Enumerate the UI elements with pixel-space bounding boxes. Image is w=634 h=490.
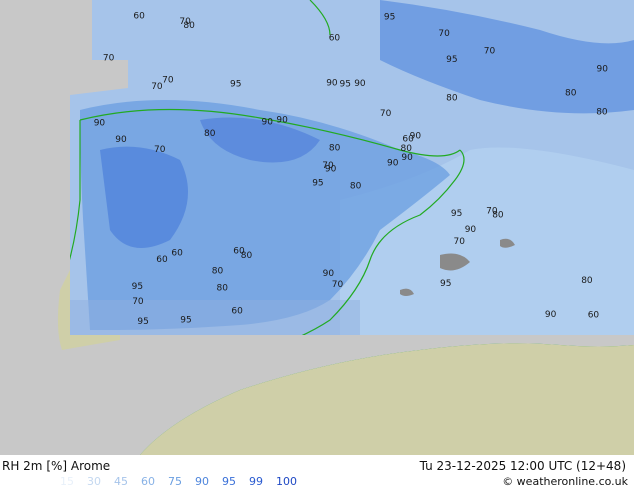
contour-label: 60: [171, 248, 183, 258]
legend-value: 15: [60, 475, 74, 488]
contour-label: 90: [545, 310, 557, 320]
contour-label: 60: [156, 255, 168, 265]
contour-label: 70: [322, 161, 334, 171]
contour-label: 95: [451, 209, 462, 219]
legend-value: 100: [276, 475, 297, 488]
map-title: RH 2m [%] Arome: [2, 459, 111, 473]
contour-label: 60: [329, 33, 341, 43]
contour-label: 80: [329, 143, 341, 153]
contour-label: 95: [384, 13, 395, 23]
contour-label: 60: [588, 311, 600, 321]
contour-label: 90: [323, 269, 335, 279]
contour-label: 95: [312, 178, 323, 188]
contour-label: 70: [103, 54, 115, 64]
rh-map: 80 70 90 95 60 80 70 90 95 90 80 60 70 90 95 80 95 90 70 60…: [0, 0, 634, 455]
contour-label: 70: [486, 207, 498, 217]
contour-label: 70: [438, 29, 450, 39]
contour-label: 90: [465, 225, 477, 235]
contour-label: 70: [154, 145, 166, 155]
legend-value: 30: [87, 475, 101, 488]
contour-label: 95: [440, 279, 451, 289]
credit-link[interactable]: © weatheronline.co.uk: [502, 475, 628, 488]
footer: RH 2m [%] Arome Tu 23-12-2025 12:00 UTC …: [0, 455, 634, 490]
contour-label: 80: [204, 129, 216, 139]
contour-label: 95: [446, 55, 457, 65]
contour-label: 95: [132, 282, 143, 292]
color-legend: 15 30 45 60 75 90 95 99 100: [60, 475, 310, 488]
legend-value: 99: [249, 475, 263, 488]
contour-label: 90: [354, 79, 366, 89]
contour-label: 70: [380, 109, 392, 119]
contour-label: 70: [484, 47, 496, 57]
contour-label: 70: [454, 237, 466, 247]
contour-label: 80: [581, 276, 593, 286]
contour-label: 95: [137, 317, 148, 327]
contour-label: 90: [115, 135, 127, 145]
legend-value: 95: [222, 475, 236, 488]
contour-label: 60: [231, 306, 243, 316]
contour-label: 90: [387, 159, 399, 169]
contour-label: 95: [230, 80, 241, 90]
contour-label: 80: [565, 88, 577, 98]
contour-label: 80: [212, 267, 224, 277]
rh-south-band: [70, 300, 360, 335]
rh-patch-west: [100, 146, 188, 248]
contour-label: 95: [340, 79, 351, 89]
contour-label: 60: [133, 12, 145, 22]
contour-label: 80: [446, 94, 458, 104]
contour-label: 90: [410, 132, 422, 142]
contour-label: 80: [596, 107, 608, 117]
contour-label: 70: [162, 76, 174, 86]
legend-value: 75: [168, 475, 182, 488]
contour-label: 70: [332, 280, 344, 290]
legend-value: 60: [141, 475, 155, 488]
contour-label: 70: [179, 17, 191, 27]
contour-label: 90: [94, 118, 106, 128]
contour-label: 80: [350, 182, 362, 192]
contour-label: 70: [132, 297, 144, 307]
contour-label: 90: [326, 78, 338, 88]
contour-label: 80: [217, 284, 229, 294]
contour-label: 90: [262, 118, 274, 128]
contour-label: 95: [180, 316, 191, 326]
contour-label: 90: [401, 153, 413, 163]
legend-value: 90: [195, 475, 209, 488]
legend-value: 45: [114, 475, 128, 488]
valid-time: Tu 23-12-2025 12:00 UTC (12+48): [419, 459, 626, 473]
contour-label: 90: [597, 65, 609, 75]
contour-label: 60: [233, 247, 245, 257]
contour-label: 90: [276, 115, 288, 125]
map-canvas: 8070909560807090959080607090958095907060…: [0, 0, 634, 455]
